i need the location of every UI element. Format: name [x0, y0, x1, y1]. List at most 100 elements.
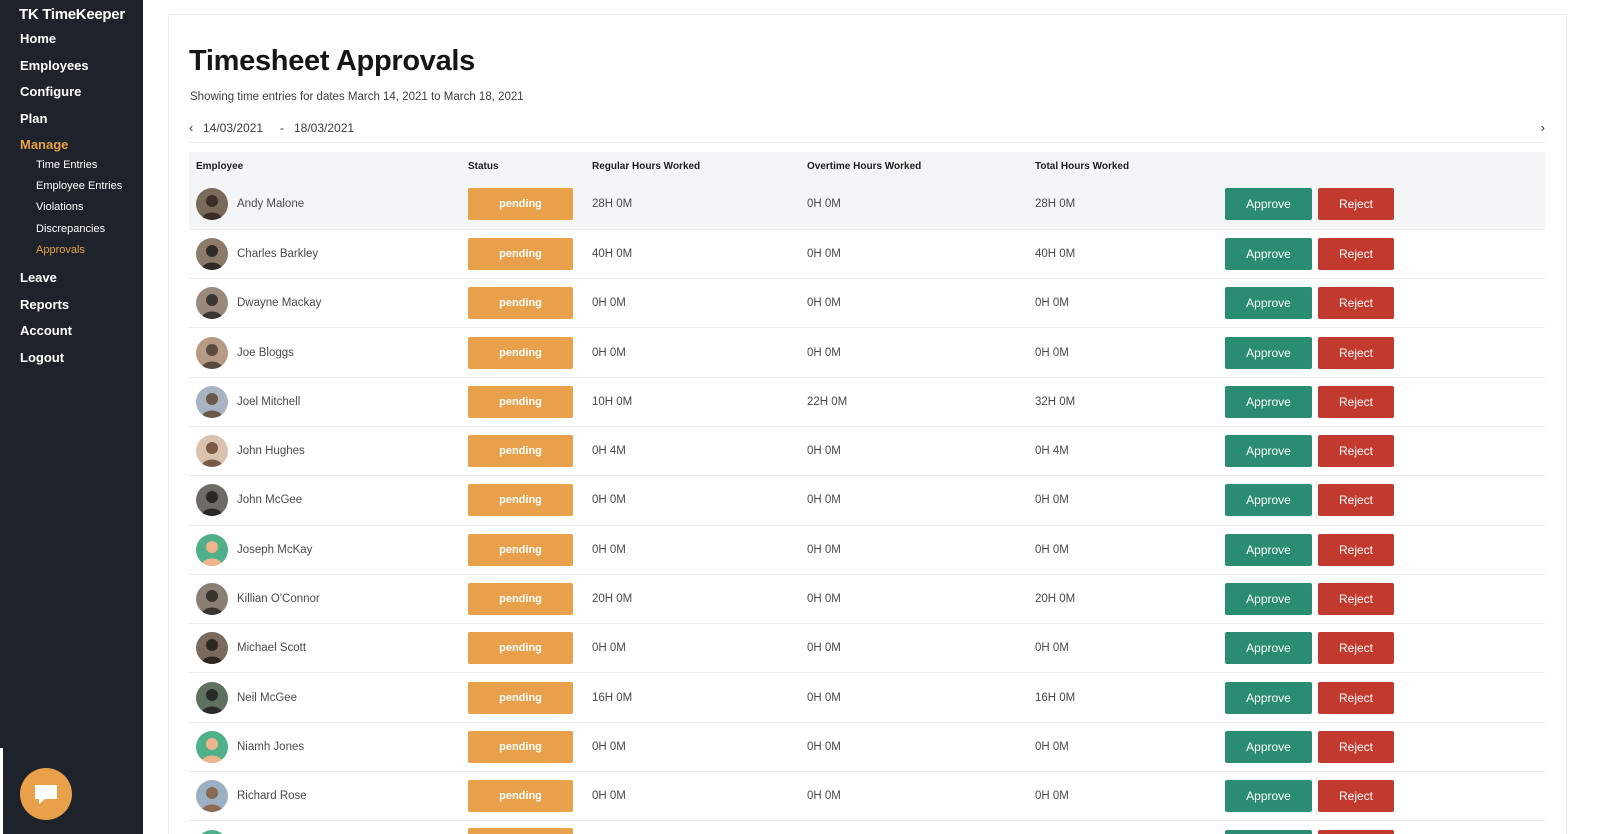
reject-button[interactable]: Reject	[1318, 730, 1394, 763]
status-badge: pending	[468, 632, 573, 665]
table-header-row: Employee Status Regular Hours Worked Ove…	[189, 152, 1545, 180]
approvals-table: Employee Status Regular Hours Worked Ove…	[189, 152, 1545, 834]
employee[interactable]: Andy Malone	[196, 188, 468, 221]
regular-hours: 10H 0M	[585, 377, 800, 427]
date-end[interactable]: 18/03/2021	[294, 121, 354, 135]
reject-button[interactable]: Reject	[1318, 632, 1394, 665]
nav-employees[interactable]: Employees	[0, 57, 143, 84]
approve-button[interactable]: Approve	[1225, 632, 1312, 665]
approve-button[interactable]: Approve	[1225, 435, 1312, 468]
avatar	[196, 829, 228, 834]
overtime-hours: 0H 0M	[800, 771, 1028, 822]
regular-hours	[585, 820, 800, 834]
employee[interactable]: Killian O'Connor	[196, 583, 468, 616]
approve-button[interactable]: Approve	[1225, 287, 1312, 320]
employee[interactable]: Dwayne Mackay	[196, 287, 468, 320]
status-badge: pending	[468, 681, 573, 714]
total-hours: 0H 0M	[1028, 623, 1218, 674]
table-row: Richard Rose pending 0H 0M 0H 0M 0H 0M A…	[189, 771, 1545, 822]
total-hours: 0H 0M	[1028, 327, 1218, 378]
regular-hours: 0H 4M	[585, 426, 800, 477]
employee-cell: Michael Scott	[189, 623, 468, 674]
avatar	[196, 287, 228, 320]
nav-account[interactable]: Account	[0, 322, 143, 349]
employee[interactable]: Joel Mitchell	[196, 385, 468, 418]
date-start[interactable]: 14/03/2021	[203, 121, 263, 135]
employee-name: Richard Rose	[237, 790, 307, 803]
actions-cell: ApproveReject	[1218, 475, 1545, 526]
header-overtime-hours: Overtime Hours Worked	[807, 160, 922, 172]
employee[interactable]: John Hughes	[196, 435, 468, 468]
status-cell: pending	[468, 623, 585, 674]
actions-cell: ApproveReject	[1218, 722, 1545, 773]
reject-button[interactable]: Reject	[1318, 780, 1394, 813]
subnav-discrepancies[interactable]: Discrepancies	[0, 222, 143, 243]
nav-logout[interactable]: Logout	[0, 349, 143, 376]
reject-button[interactable]: Reject	[1318, 385, 1394, 418]
reject-button[interactable]: Reject	[1318, 484, 1394, 517]
next-period-icon[interactable]: ›	[1541, 120, 1545, 135]
approve-button[interactable]: Approve	[1225, 336, 1312, 369]
employee[interactable]: Neil McGee	[196, 681, 468, 714]
overtime-hours: 0H 0M	[800, 525, 1028, 575]
subnav-violations[interactable]: Violations	[0, 200, 143, 221]
overtime-hours: 0H 0M	[800, 426, 1028, 477]
employee[interactable]: Michael Scott	[196, 632, 468, 665]
approve-button[interactable]: Approve	[1225, 484, 1312, 517]
approve-button[interactable]: Approve	[1225, 583, 1312, 616]
employee[interactable]: John McGee	[196, 484, 468, 517]
prev-period-icon[interactable]: ‹	[189, 120, 193, 135]
table-row: Joel Mitchell pending 10H 0M 22H 0M 32H …	[189, 377, 1545, 427]
reject-button[interactable]: Reject	[1318, 287, 1394, 320]
avatar	[196, 533, 228, 566]
employee-name: Andy Malone	[237, 198, 305, 211]
subnav-approvals[interactable]: Approvals	[0, 243, 143, 264]
nav-plan[interactable]: Plan	[0, 110, 143, 137]
status-cell: pending	[468, 574, 585, 625]
employee[interactable]: Richard Rose	[196, 780, 468, 813]
subnav-time-entries[interactable]: Time Entries	[0, 158, 143, 179]
employee[interactable]: Joseph McKay	[196, 533, 468, 566]
employee-cell	[189, 820, 468, 834]
chat-button[interactable]	[20, 768, 72, 820]
nav-configure[interactable]: Configure	[0, 83, 143, 110]
header-regular-hours: Regular Hours Worked	[592, 160, 701, 172]
reject-button[interactable]: Reject	[1318, 681, 1394, 714]
reject-button[interactable]: Reject	[1318, 829, 1394, 834]
nav-home[interactable]: Home	[0, 30, 143, 57]
status-cell: pending	[468, 278, 585, 329]
approve-button[interactable]: Approve	[1225, 237, 1312, 270]
reject-button[interactable]: Reject	[1318, 435, 1394, 468]
status-badge: pending	[468, 780, 573, 813]
nav-reports[interactable]: Reports	[0, 296, 143, 323]
regular-hours: 0H 0M	[585, 278, 800, 329]
status-badge: pending	[468, 730, 573, 763]
approve-button[interactable]: Approve	[1225, 385, 1312, 418]
reject-button[interactable]: Reject	[1318, 336, 1394, 369]
reject-button[interactable]: Reject	[1318, 188, 1394, 221]
status-cell	[468, 820, 585, 834]
approve-button[interactable]: Approve	[1225, 188, 1312, 221]
actions-cell: ApproveReject	[1218, 278, 1545, 329]
subnav-employee-entries[interactable]: Employee Entries	[0, 179, 143, 200]
approve-button[interactable]: Approve	[1225, 829, 1312, 834]
avatar	[196, 583, 228, 616]
nav-leave[interactable]: Leave	[0, 269, 143, 296]
approve-button[interactable]: Approve	[1225, 533, 1312, 566]
actions-cell: ApproveReject	[1218, 771, 1545, 822]
table-row: Joe Bloggs pending 0H 0M 0H 0M 0H 0M App…	[189, 327, 1545, 378]
approve-button[interactable]: Approve	[1225, 730, 1312, 763]
actions-cell: ApproveReject	[1218, 377, 1545, 427]
employee[interactable]	[196, 829, 468, 834]
approve-button[interactable]: Approve	[1225, 780, 1312, 813]
approve-button[interactable]: Approve	[1225, 681, 1312, 714]
avatar	[196, 681, 228, 714]
table-row: Joseph McKay pending 0H 0M 0H 0M 0H 0M A…	[189, 525, 1545, 575]
reject-button[interactable]: Reject	[1318, 583, 1394, 616]
employee[interactable]: Charles Barkley	[196, 237, 468, 270]
reject-button[interactable]: Reject	[1318, 237, 1394, 270]
overtime-hours: 0H 0M	[800, 623, 1028, 674]
employee[interactable]: Niamh Jones	[196, 730, 468, 763]
reject-button[interactable]: Reject	[1318, 533, 1394, 566]
employee[interactable]: Joe Bloggs	[196, 336, 468, 369]
